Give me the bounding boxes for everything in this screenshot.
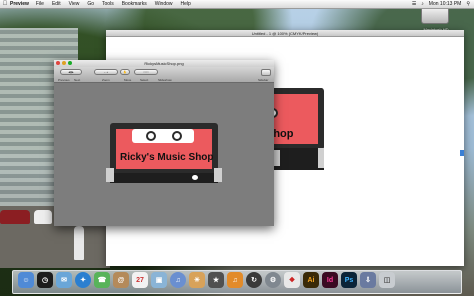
spotlight-icon[interactable]: ⚲ (466, 1, 470, 7)
zoom-button[interactable]: − + (94, 69, 118, 75)
front-window-title: RickysMusicShop.png (144, 61, 184, 66)
zoom-label: Zoom (102, 78, 110, 82)
mail-icon[interactable]: ✉ (56, 272, 72, 288)
illustrator-icon[interactable]: Ai (303, 272, 319, 288)
addressbook-icon[interactable]: @ (113, 272, 129, 288)
cassette-reel-right (172, 131, 182, 141)
slideshow-label: Slideshow (158, 78, 172, 82)
cassette-tape-window (132, 129, 194, 143)
apple-icon[interactable]:  (0, 1, 10, 7)
volume-icon[interactable]: ♪ (421, 1, 424, 7)
timemachine-icon[interactable]: ↻ (246, 272, 262, 288)
sidebar-label: Sidebar (258, 78, 269, 82)
menu-tools[interactable]: Tools (102, 1, 114, 7)
menubar:  Preview File Edit View Go Tools Bookma… (0, 0, 474, 9)
garageband-icon[interactable]: ♫ (227, 272, 243, 288)
safari-icon[interactable]: ✦ (75, 272, 91, 288)
cassette-side-right (214, 168, 222, 182)
menu-file[interactable]: File (36, 1, 44, 7)
menu-window[interactable]: Window (155, 1, 173, 7)
cassette-label: Ricky's Music Shop (120, 152, 214, 163)
cassette-base (110, 173, 218, 183)
move-button[interactable]: ✋ (120, 69, 130, 75)
clock[interactable]: Mon 10:13 PM (429, 1, 462, 7)
itunes-icon[interactable]: ♫ (170, 272, 186, 288)
dock-items: ☺ ◷ ✉ ✦ ☎ @ 27 ▣ ♫ ☀ ★ ♫ ↻ ⚙ ❖ Ai Id Ps … (18, 272, 395, 288)
resize-handle[interactable] (460, 150, 464, 156)
cassette-hole (192, 175, 198, 180)
wallpaper-car-red (0, 210, 30, 224)
cassette-side-back (318, 148, 324, 168)
menu-go[interactable]: Go (87, 1, 94, 7)
toolbar: ◀ ▶ Previous Next − + Zoom ✋ Move □ □ Se… (54, 67, 274, 83)
wallpaper-car-white (34, 210, 52, 224)
cassette-reel-left (146, 131, 156, 141)
menu-app-name[interactable]: Preview (10, 1, 29, 7)
cassette-side-left (106, 168, 114, 182)
move-label: Move (124, 78, 132, 82)
menu-help[interactable]: Help (181, 1, 191, 7)
previous-next-button[interactable]: ◀ ▶ (60, 69, 82, 75)
preview-window-front[interactable]: RickysMusicShop.png ◀ ▶ Previous Next − … (54, 60, 274, 226)
syspref-icon[interactable]: ⚙ (265, 272, 281, 288)
previous-label: Previous (58, 78, 70, 82)
acrobat-icon[interactable]: ❖ (284, 272, 300, 288)
minimize-icon[interactable] (62, 61, 66, 65)
close-icon[interactable] (56, 61, 60, 65)
photoshop-icon[interactable]: Ps (341, 272, 357, 288)
imovie-icon[interactable]: ★ (208, 272, 224, 288)
wallpaper-person (74, 226, 84, 260)
zoom-icon[interactable] (68, 61, 72, 65)
sidebar-button[interactable] (261, 69, 271, 76)
iphoto-icon[interactable]: ☀ (189, 272, 205, 288)
wifi-icon[interactable]: ☰ (412, 1, 416, 7)
menu-view[interactable]: View (69, 1, 80, 7)
ical-icon[interactable]: 27 (132, 272, 148, 288)
select-label: Select (140, 78, 149, 82)
finder-icon[interactable]: ☺ (18, 272, 34, 288)
menu-edit[interactable]: Edit (52, 1, 61, 7)
ichat-icon[interactable]: ☎ (94, 272, 110, 288)
back-window-title[interactable]: Untitled - 1 @ 100% (CMYK/Preview) (106, 30, 464, 37)
next-label: Next (74, 78, 81, 82)
menu-bookmarks[interactable]: Bookmarks (122, 1, 147, 7)
indesign-icon[interactable]: Id (322, 272, 338, 288)
preview-icon[interactable]: ▣ (151, 272, 167, 288)
dashboard-icon[interactable]: ◷ (37, 272, 53, 288)
front-window-titlebar[interactable]: RickysMusicShop.png (54, 60, 274, 67)
trash-icon[interactable]: ◫ (379, 272, 395, 288)
downloads-icon[interactable]: ⇩ (360, 272, 376, 288)
select-button[interactable]: □ □ (134, 69, 158, 75)
